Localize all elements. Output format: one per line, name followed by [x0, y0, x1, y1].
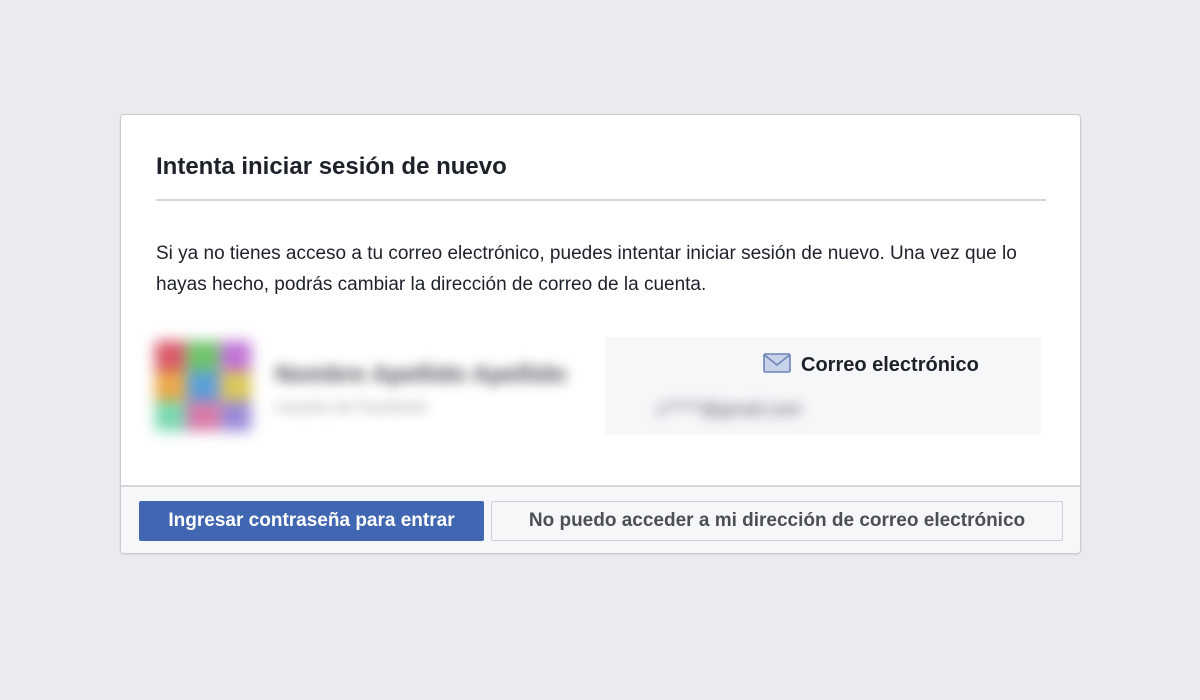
- dialog-description: Si ya no tienes acceso a tu correo elect…: [156, 243, 1017, 295]
- dialog-footer: Ingresar contraseña para entrar No puedo…: [121, 485, 1080, 553]
- enter-password-button[interactable]: Ingresar contraseña para entrar: [139, 501, 484, 541]
- account-name: Nombre Apellido Apellido: [275, 361, 567, 388]
- avatar: [155, 341, 251, 431]
- contact-option[interactable]: Correo electrónico c*****@gmail.com: [605, 337, 1041, 435]
- dialog-title: Intenta iniciar sesión de nuevo: [156, 153, 507, 180]
- account-card: Nombre Apellido Apellido Usuario de Face…: [129, 327, 599, 433]
- account-subtitle: Usuario de Facebook: [275, 399, 428, 416]
- no-email-access-button[interactable]: No puedo acceder a mi dirección de corre…: [491, 501, 1063, 541]
- mail-icon: [763, 353, 791, 373]
- contact-label: Correo electrónico: [801, 354, 979, 376]
- recovery-dialog: Intenta iniciar sesión de nuevo Si ya no…: [120, 114, 1081, 554]
- title-divider: [156, 199, 1046, 201]
- contact-value: c*****@gmail.com: [657, 399, 802, 419]
